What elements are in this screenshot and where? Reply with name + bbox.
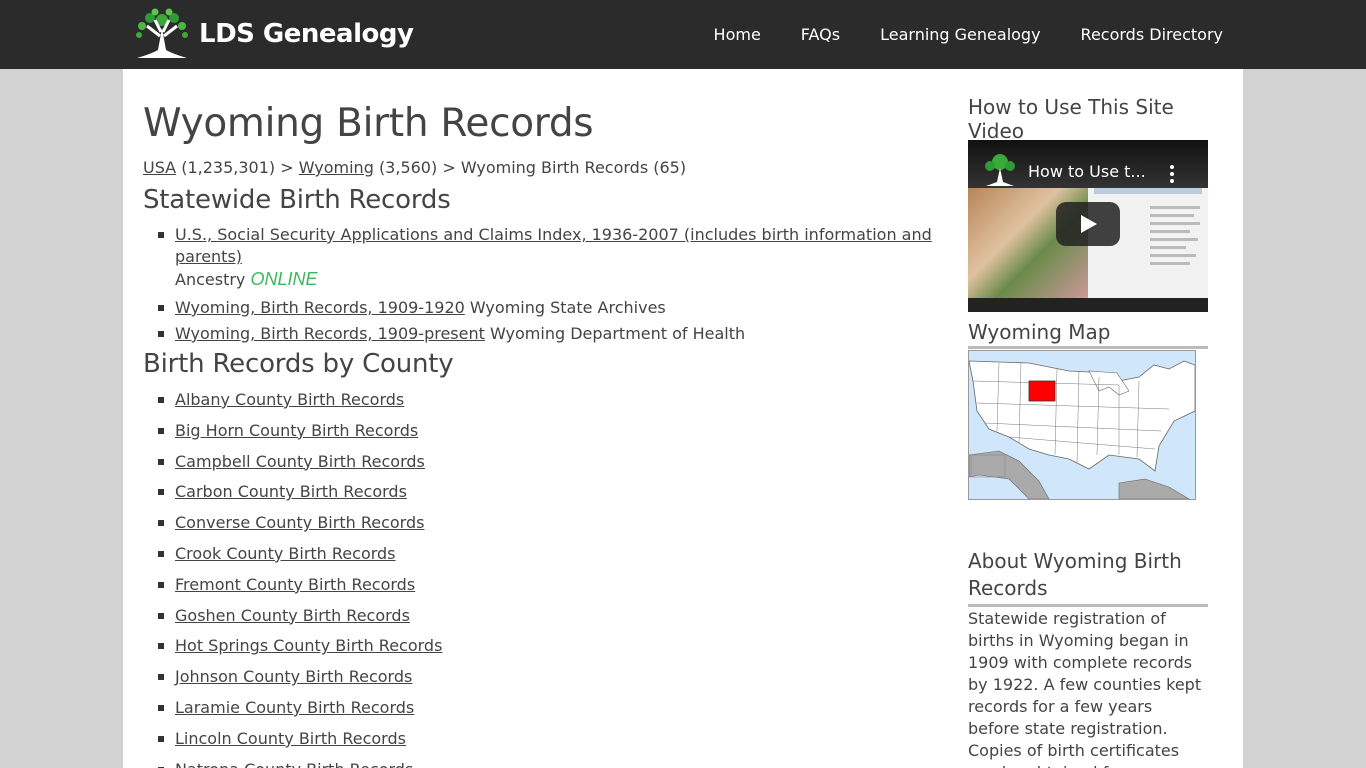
county-link-albany[interactable]: Albany County Birth Records — [175, 390, 404, 409]
county-link-natrona[interactable]: Natrona County Birth Records — [175, 760, 413, 768]
list-item: Crook County Birth Records — [143, 543, 953, 565]
record-link[interactable]: U.S., Social Security Applications and C… — [175, 225, 932, 266]
list-item: Hot Springs County Birth Records — [143, 635, 953, 657]
map-heading: Wyoming Map — [968, 320, 1208, 349]
county-link-crook[interactable]: Crook County Birth Records — [175, 544, 396, 563]
record-source: Ancestry — [175, 270, 246, 289]
site-logo-link[interactable]: LDS Genealogy — [133, 8, 414, 60]
wyoming-highlight — [1028, 380, 1056, 402]
breadcrumb: USA (1,235,301) > Wyoming (3,560) > Wyom… — [143, 158, 686, 177]
top-navigation-bar: LDS Genealogy Home FAQs Learning Genealo… — [0, 0, 1366, 69]
county-link-lincoln[interactable]: Lincoln County Birth Records — [175, 729, 406, 748]
logo-text: LDS Genealogy — [199, 19, 414, 49]
statewide-heading: Statewide Birth Records — [143, 185, 451, 215]
nav-records-directory[interactable]: Records Directory — [1081, 25, 1223, 44]
online-badge: ONLINE — [250, 269, 318, 289]
list-item: Campbell County Birth Records — [143, 451, 953, 473]
page-title: Wyoming Birth Records — [143, 101, 594, 146]
county-heading: Birth Records by County — [143, 349, 454, 379]
county-link-carbon[interactable]: Carbon County Birth Records — [175, 482, 407, 501]
list-item: Fremont County Birth Records — [143, 574, 953, 596]
more-options-icon[interactable] — [1168, 164, 1176, 184]
tree-logo-icon — [136, 8, 188, 58]
breadcrumb-separator: > — [280, 158, 294, 177]
county-link-johnson[interactable]: Johnson County Birth Records — [175, 667, 412, 686]
list-item: Natrona County Birth Records — [143, 759, 953, 768]
county-link-converse[interactable]: Converse County Birth Records — [175, 513, 424, 532]
county-records-list: Albany County Birth Records Big Horn Cou… — [143, 389, 953, 768]
list-item: Lincoln County Birth Records — [143, 728, 953, 750]
county-link-hot-springs[interactable]: Hot Springs County Birth Records — [175, 636, 442, 655]
breadcrumb-usa-count: (1,235,301) — [181, 158, 276, 177]
nav-home[interactable]: Home — [714, 25, 761, 44]
record-link[interactable]: Wyoming, Birth Records, 1909-1920 — [175, 298, 465, 317]
county-link-campbell[interactable]: Campbell County Birth Records — [175, 452, 425, 471]
nav-faqs[interactable]: FAQs — [801, 25, 840, 44]
county-link-laramie[interactable]: Laramie County Birth Records — [175, 698, 414, 717]
record-source: Wyoming State Archives — [469, 298, 666, 317]
about-heading: About Wyoming Birth Records — [968, 548, 1208, 607]
about-text: Statewide registration of births in Wyom… — [968, 609, 1202, 768]
county-link-goshen[interactable]: Goshen County Birth Records — [175, 606, 410, 625]
breadcrumb-usa[interactable]: USA — [143, 158, 176, 177]
record-link[interactable]: Wyoming, Birth Records, 1909-present — [175, 324, 485, 343]
list-item: Goshen County Birth Records — [143, 605, 953, 627]
breadcrumb-current: Wyoming Birth Records (65) — [460, 158, 687, 177]
list-item: Carbon County Birth Records — [143, 481, 953, 503]
breadcrumb-separator: > — [442, 158, 456, 177]
list-item: Wyoming, Birth Records, 1909-present Wyo… — [143, 323, 953, 345]
breadcrumb-wyoming[interactable]: Wyoming — [299, 158, 374, 177]
list-item: Big Horn County Birth Records — [143, 420, 953, 442]
list-item: Johnson County Birth Records — [143, 666, 953, 688]
list-item: U.S., Social Security Applications and C… — [143, 224, 953, 291]
list-item: Converse County Birth Records — [143, 512, 953, 534]
page-container: Wyoming Birth Records USA (1,235,301) > … — [123, 69, 1243, 768]
list-item: Laramie County Birth Records — [143, 697, 953, 719]
us-map-image — [969, 351, 1195, 499]
county-link-fremont[interactable]: Fremont County Birth Records — [175, 575, 415, 594]
tree-logo-icon — [985, 154, 1015, 186]
breadcrumb-wyoming-count: (3,560) — [378, 158, 438, 177]
record-source: Wyoming Department of Health — [490, 324, 746, 343]
nav-learning-genealogy[interactable]: Learning Genealogy — [880, 25, 1040, 44]
video-player[interactable]: How to Use t... — [968, 140, 1208, 312]
play-button-icon[interactable] — [1056, 202, 1120, 246]
list-item: Wyoming, Birth Records, 1909-1920 Wyomin… — [143, 297, 953, 319]
list-item: Albany County Birth Records — [143, 389, 953, 411]
video-title: How to Use t... — [1028, 162, 1146, 181]
wyoming-map — [968, 350, 1196, 500]
statewide-records-list: U.S., Social Security Applications and C… — [143, 224, 953, 345]
main-nav: Home FAQs Learning Genealogy Records Dir… — [674, 0, 1223, 69]
county-link-big-horn[interactable]: Big Horn County Birth Records — [175, 421, 418, 440]
